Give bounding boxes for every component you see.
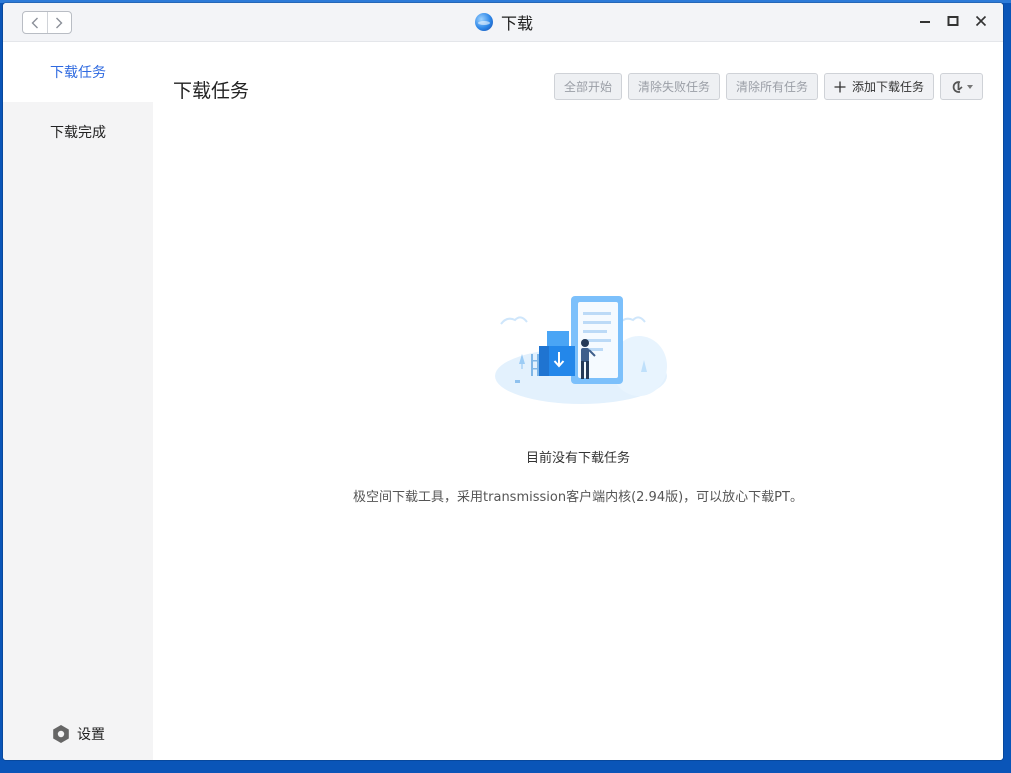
settings-label: 设置: [77, 727, 105, 743]
download-window: 下载 下载任务 下载完成 设置 下载任务 全部开始 清除失败任务 清除所有任务 …: [3, 3, 1003, 760]
clear-all-button[interactable]: 清除所有任务: [725, 73, 818, 100]
forward-button[interactable]: [46, 12, 72, 33]
page-title: 下载任务: [173, 80, 250, 102]
toolbar: 全部开始 清除失败任务 清除所有任务 添加下载任务: [553, 73, 983, 100]
settings-button[interactable]: 设置: [51, 724, 105, 744]
sidebar-item-download-tasks[interactable]: 下载任务: [3, 42, 153, 102]
minimize-button[interactable]: [917, 12, 933, 30]
watermark-text: 什么值得买: [878, 735, 978, 759]
close-button[interactable]: [973, 12, 989, 30]
chevron-right-icon: [56, 17, 63, 28]
main-panel: 下载任务 全部开始 清除失败任务 清除所有任务 添加下载任务 目前没有下载任务 …: [153, 42, 1003, 760]
window-title: 下载: [501, 14, 534, 33]
sidebar-item-download-completed[interactable]: 下载完成: [3, 102, 153, 162]
close-icon: [975, 15, 987, 27]
empty-state-title: 目前没有下载任务: [525, 451, 630, 466]
back-button[interactable]: [23, 12, 47, 33]
sidebar: 下载任务 下载完成 设置: [3, 42, 153, 760]
nav-buttons: [22, 11, 72, 34]
maximize-button[interactable]: [945, 12, 961, 30]
minimize-icon: [920, 21, 930, 23]
clear-failed-button[interactable]: 清除失败任务: [627, 73, 720, 100]
gear-icon: [53, 725, 69, 743]
caret-down-icon: [966, 84, 973, 89]
speed-limit-dropdown[interactable]: [940, 73, 983, 100]
empty-state-description: 极空间下载工具，采用transmission客户端内核(2.94版)，可以放心下…: [353, 490, 803, 505]
maximize-icon: [947, 16, 959, 26]
watermark: 值 什么值得买: [846, 731, 978, 760]
chevron-left-icon: [31, 17, 38, 28]
speed-icon: [952, 80, 963, 93]
globe-icon: [475, 13, 493, 31]
titlebar: 下载: [3, 3, 1003, 42]
add-task-label: 添加下载任务: [851, 80, 924, 94]
plus-icon: [834, 81, 846, 92]
watermark-badge: 值: [846, 732, 872, 759]
window-controls: [917, 12, 989, 30]
add-task-button[interactable]: 添加下载任务: [823, 73, 934, 100]
empty-state-illustration: [495, 296, 667, 404]
start-all-button[interactable]: 全部开始: [553, 73, 622, 100]
window-title-group: 下载: [475, 10, 533, 34]
